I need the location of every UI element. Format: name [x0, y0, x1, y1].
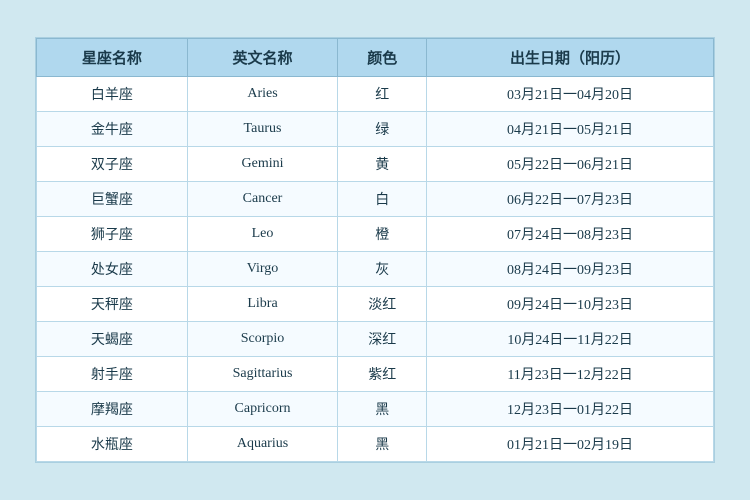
cell-dates: 04月21日一05月21日	[427, 112, 714, 147]
header-dates: 出生日期（阳历）	[427, 39, 714, 77]
zodiac-table: 星座名称 英文名称 颜色 出生日期（阳历） 白羊座Aries红03月21日一04…	[36, 38, 714, 462]
cell-english-name: Taurus	[187, 112, 338, 147]
cell-dates: 09月24日一10月23日	[427, 287, 714, 322]
cell-chinese-name: 白羊座	[37, 77, 188, 112]
cell-color: 黑	[338, 392, 427, 427]
cell-dates: 12月23日一01月22日	[427, 392, 714, 427]
header-chinese-name: 星座名称	[37, 39, 188, 77]
cell-dates: 08月24日一09月23日	[427, 252, 714, 287]
cell-english-name: Leo	[187, 217, 338, 252]
cell-color: 绿	[338, 112, 427, 147]
cell-color: 橙	[338, 217, 427, 252]
cell-color: 黄	[338, 147, 427, 182]
cell-color: 红	[338, 77, 427, 112]
table-row: 处女座Virgo灰08月24日一09月23日	[37, 252, 714, 287]
cell-english-name: Cancer	[187, 182, 338, 217]
table-row: 摩羯座Capricorn黑12月23日一01月22日	[37, 392, 714, 427]
cell-color: 深红	[338, 322, 427, 357]
cell-chinese-name: 狮子座	[37, 217, 188, 252]
table-row: 白羊座Aries红03月21日一04月20日	[37, 77, 714, 112]
table-row: 狮子座Leo橙07月24日一08月23日	[37, 217, 714, 252]
cell-dates: 05月22日一06月21日	[427, 147, 714, 182]
cell-chinese-name: 双子座	[37, 147, 188, 182]
table-row: 巨蟹座Cancer白06月22日一07月23日	[37, 182, 714, 217]
cell-dates: 06月22日一07月23日	[427, 182, 714, 217]
table-row: 天秤座Libra淡红09月24日一10月23日	[37, 287, 714, 322]
table-row: 双子座Gemini黄05月22日一06月21日	[37, 147, 714, 182]
cell-dates: 11月23日一12月22日	[427, 357, 714, 392]
cell-dates: 03月21日一04月20日	[427, 77, 714, 112]
cell-color: 黑	[338, 427, 427, 462]
cell-english-name: Virgo	[187, 252, 338, 287]
zodiac-table-container: 星座名称 英文名称 颜色 出生日期（阳历） 白羊座Aries红03月21日一04…	[35, 37, 715, 463]
cell-english-name: Aquarius	[187, 427, 338, 462]
cell-color: 淡红	[338, 287, 427, 322]
cell-color: 紫红	[338, 357, 427, 392]
cell-dates: 10月24日一11月22日	[427, 322, 714, 357]
cell-english-name: Libra	[187, 287, 338, 322]
cell-chinese-name: 天秤座	[37, 287, 188, 322]
cell-english-name: Capricorn	[187, 392, 338, 427]
cell-english-name: Sagittarius	[187, 357, 338, 392]
table-row: 天蝎座Scorpio深红10月24日一11月22日	[37, 322, 714, 357]
table-row: 水瓶座Aquarius黑01月21日一02月19日	[37, 427, 714, 462]
header-color: 颜色	[338, 39, 427, 77]
cell-dates: 07月24日一08月23日	[427, 217, 714, 252]
cell-chinese-name: 摩羯座	[37, 392, 188, 427]
cell-chinese-name: 射手座	[37, 357, 188, 392]
cell-english-name: Gemini	[187, 147, 338, 182]
cell-chinese-name: 天蝎座	[37, 322, 188, 357]
cell-color: 灰	[338, 252, 427, 287]
cell-dates: 01月21日一02月19日	[427, 427, 714, 462]
cell-color: 白	[338, 182, 427, 217]
cell-chinese-name: 水瓶座	[37, 427, 188, 462]
cell-chinese-name: 金牛座	[37, 112, 188, 147]
cell-english-name: Aries	[187, 77, 338, 112]
cell-chinese-name: 处女座	[37, 252, 188, 287]
table-header-row: 星座名称 英文名称 颜色 出生日期（阳历）	[37, 39, 714, 77]
table-body: 白羊座Aries红03月21日一04月20日金牛座Taurus绿04月21日一0…	[37, 77, 714, 462]
header-english-name: 英文名称	[187, 39, 338, 77]
cell-english-name: Scorpio	[187, 322, 338, 357]
table-row: 金牛座Taurus绿04月21日一05月21日	[37, 112, 714, 147]
table-row: 射手座Sagittarius紫红11月23日一12月22日	[37, 357, 714, 392]
cell-chinese-name: 巨蟹座	[37, 182, 188, 217]
